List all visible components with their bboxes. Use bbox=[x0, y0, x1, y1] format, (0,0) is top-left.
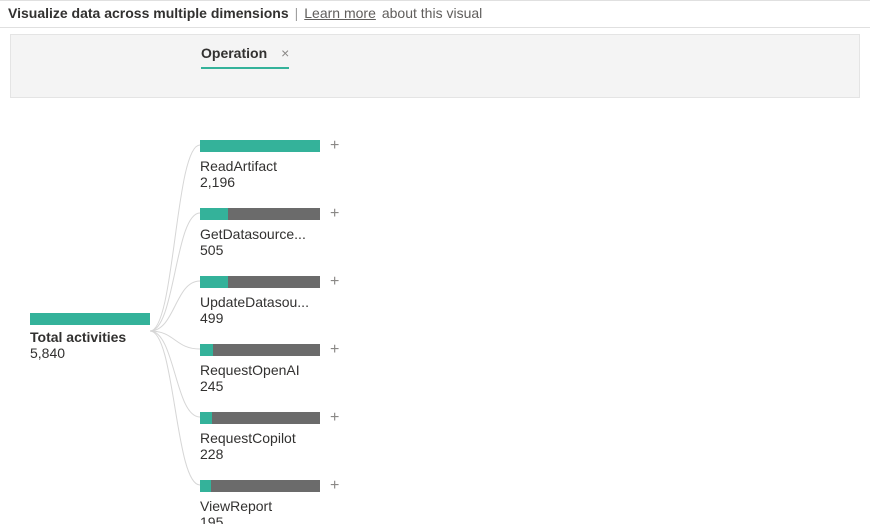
expand-icon[interactable]: + bbox=[330, 410, 339, 426]
child-label: GetDatasource... bbox=[200, 226, 340, 242]
child-bar-fill bbox=[200, 140, 320, 152]
learn-more-link[interactable]: Learn more bbox=[304, 5, 376, 21]
decomposition-canvas: Total activities 5,840 + ReadArtifact 2,… bbox=[10, 98, 860, 524]
child-node[interactable]: + RequestOpenAI 245 bbox=[200, 342, 380, 394]
child-bar bbox=[200, 344, 320, 356]
child-value: 245 bbox=[200, 378, 380, 394]
child-value: 499 bbox=[200, 310, 380, 326]
expand-icon[interactable]: + bbox=[330, 138, 339, 154]
dimension-chip-label: Operation bbox=[201, 45, 267, 61]
child-bar-fill bbox=[200, 480, 211, 492]
child-label: RequestCopilot bbox=[200, 430, 340, 446]
root-bar bbox=[30, 313, 150, 325]
root-node[interactable]: Total activities 5,840 bbox=[30, 313, 150, 361]
child-bar bbox=[200, 412, 320, 424]
info-bar-tail: about this visual bbox=[382, 5, 482, 21]
connector-lines bbox=[10, 98, 860, 524]
expand-icon[interactable]: + bbox=[330, 342, 339, 358]
child-node[interactable]: + RequestCopilot 228 bbox=[200, 410, 380, 462]
child-label: UpdateDatasou... bbox=[200, 294, 340, 310]
child-bar bbox=[200, 276, 320, 288]
child-value: 228 bbox=[200, 446, 380, 462]
child-label: RequestOpenAI bbox=[200, 362, 340, 378]
child-bar bbox=[200, 480, 320, 492]
child-bar-fill bbox=[200, 208, 228, 220]
child-node[interactable]: + GetDatasource... 505 bbox=[200, 206, 380, 258]
remove-dimension-icon[interactable]: × bbox=[281, 46, 289, 60]
child-label: ViewReport bbox=[200, 498, 340, 514]
child-value: 2,196 bbox=[200, 174, 380, 190]
child-bar-fill bbox=[200, 344, 213, 356]
child-value: 195 bbox=[200, 514, 380, 524]
expand-icon[interactable]: + bbox=[330, 206, 339, 222]
child-node[interactable]: + UpdateDatasou... 499 bbox=[200, 274, 380, 326]
child-node[interactable]: + ViewReport 195 bbox=[200, 478, 380, 524]
root-value: 5,840 bbox=[30, 345, 150, 361]
info-bar: Visualize data across multiple dimension… bbox=[0, 0, 870, 28]
dimension-header: Operation × bbox=[10, 34, 860, 98]
expand-icon[interactable]: + bbox=[330, 478, 339, 494]
child-node[interactable]: + ReadArtifact 2,196 bbox=[200, 138, 380, 190]
expand-icon[interactable]: + bbox=[330, 274, 339, 290]
root-label: Total activities bbox=[30, 329, 150, 345]
info-bar-separator: | bbox=[295, 5, 299, 21]
child-label: ReadArtifact bbox=[200, 158, 340, 174]
dimension-chip[interactable]: Operation × bbox=[201, 45, 289, 69]
info-bar-title: Visualize data across multiple dimension… bbox=[8, 5, 289, 21]
child-bar-fill bbox=[200, 412, 212, 424]
child-bar bbox=[200, 208, 320, 220]
child-value: 505 bbox=[200, 242, 380, 258]
child-bar bbox=[200, 140, 320, 152]
child-bar-fill bbox=[200, 276, 228, 288]
